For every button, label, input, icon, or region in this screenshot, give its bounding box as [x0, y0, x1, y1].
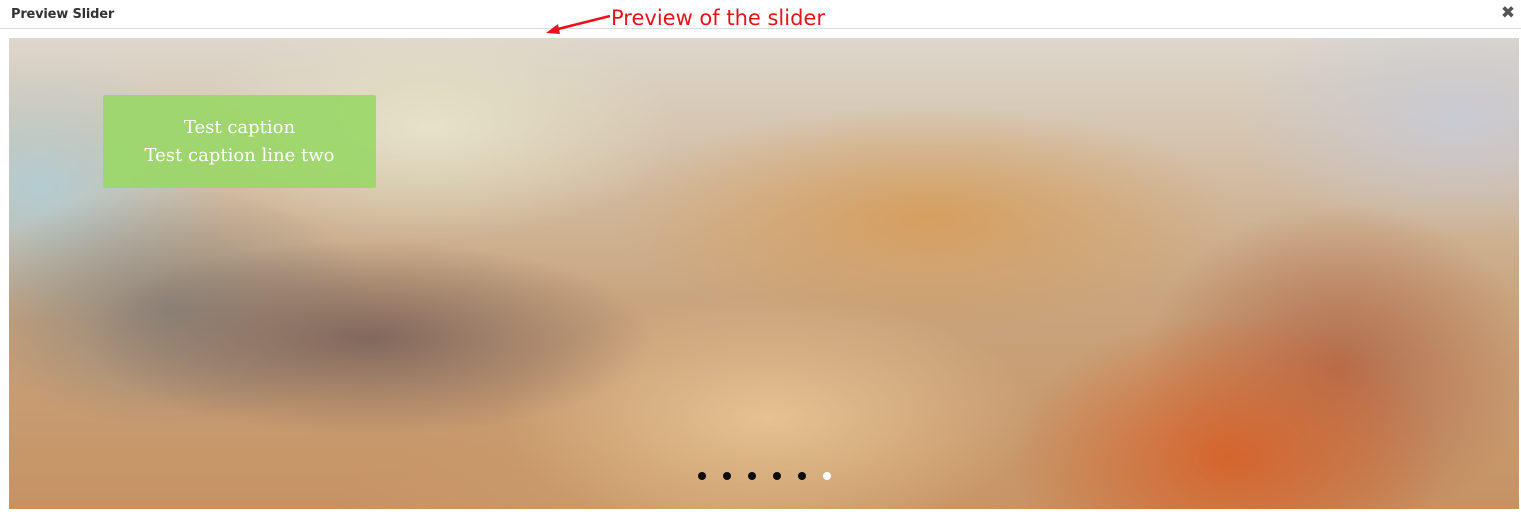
caption-line-two: Test caption line two [144, 144, 335, 166]
pagination-dot-active[interactable] [822, 472, 831, 480]
slider-pagination [9, 470, 1519, 482]
dialog-title: Preview Slider [11, 7, 115, 22]
pagination-dot[interactable] [747, 472, 756, 480]
annotation-arrow-icon [546, 14, 611, 34]
caption-line-one: Test caption [183, 116, 296, 138]
slider-preview: Test caption Test caption line two [9, 38, 1519, 509]
pagination-dot[interactable] [722, 472, 731, 480]
annotation-label: Preview of the slider [611, 6, 825, 30]
pagination-dot[interactable] [772, 472, 781, 480]
pagination-dot[interactable] [797, 472, 806, 480]
close-icon[interactable]: ✖ [1499, 3, 1517, 23]
slide-caption: Test caption Test caption line two [103, 95, 376, 188]
pagination-dot[interactable] [697, 472, 706, 480]
